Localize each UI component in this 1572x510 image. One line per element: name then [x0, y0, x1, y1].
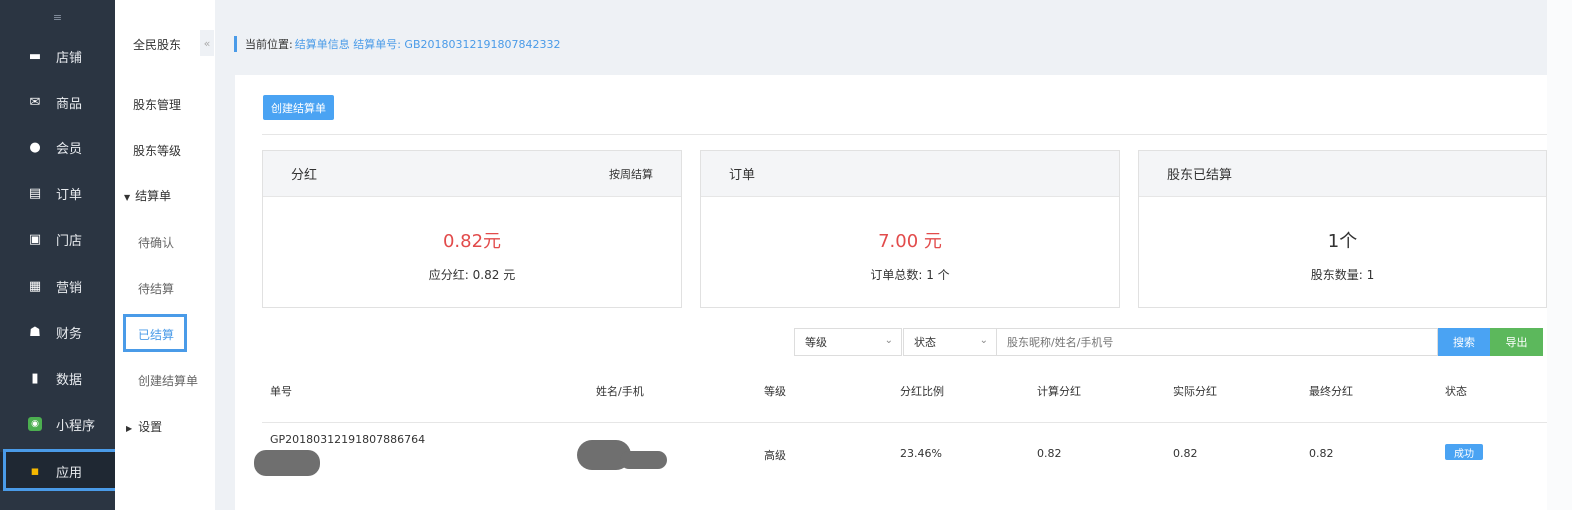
- settled-highlight-box: [123, 314, 187, 352]
- subnav-item-holders[interactable]: 股东管理: [133, 96, 181, 113]
- collapse-icon[interactable]: «: [200, 30, 214, 56]
- search-input[interactable]: [996, 328, 1438, 356]
- subnav-title[interactable]: 全民股东: [133, 36, 181, 53]
- miniprogram-icon: ◉: [28, 417, 42, 431]
- caret-right-icon: ▶: [126, 424, 133, 433]
- chevron-down-icon: ⌄: [979, 335, 988, 346]
- card-small-value: 订单总数: 1 个: [870, 268, 950, 282]
- data-icon: ▮: [31, 370, 39, 386]
- cell-level: 高级: [764, 449, 786, 462]
- subnav-item-pending-confirm[interactable]: 待确认: [138, 234, 174, 251]
- card-small-value: 股东数量: 1: [1310, 268, 1375, 282]
- sidebar-item-goods[interactable]: ✉ 商品: [0, 83, 115, 121]
- card-title: 股东已结算: [1167, 168, 1233, 183]
- cell-calc: 0.82: [1037, 447, 1062, 460]
- card-small-value: 应分红: 0.82 元: [428, 268, 516, 282]
- member-icon: ●: [29, 139, 41, 155]
- card-title: 分红: [291, 168, 318, 183]
- card-sub: 按周结算: [609, 167, 653, 181]
- subnav-item-levels[interactable]: 股东等级: [133, 142, 181, 159]
- table-divider: [262, 422, 1547, 423]
- finance-icon: ☗: [29, 324, 41, 340]
- sidebar-item-marketing[interactable]: ▦ 营销: [0, 267, 115, 305]
- sidebar-item-miniprogram[interactable]: ◉ 小程序: [0, 405, 115, 443]
- sidebar-item-shop[interactable]: ▬ 店铺: [0, 37, 115, 75]
- order-icon: ▤: [28, 185, 42, 201]
- page-edge: [1547, 0, 1572, 510]
- search-button[interactable]: 搜索: [1438, 328, 1490, 356]
- cell-final: 0.82: [1309, 447, 1334, 460]
- card-orders: 订单 7.00 元 订单总数: 1 个: [700, 150, 1120, 308]
- subnav-group-settlement[interactable]: ▼ 结算单: [124, 187, 171, 204]
- card-big-value: 1个: [1327, 231, 1358, 252]
- sidebar-item-member[interactable]: ● 会员: [0, 128, 115, 166]
- card-holders-settled: 股东已结算 1个 股东数量: 1: [1138, 150, 1547, 308]
- shop-icon: ▬: [28, 48, 42, 64]
- goods-icon: ✉: [29, 94, 41, 110]
- col-header-actual: 实际分红: [1173, 385, 1217, 398]
- cell-order-no: GP20180312191807886764: [270, 433, 426, 446]
- status-select[interactable]: 状态 ⌄: [903, 328, 997, 356]
- sidebar-item-data[interactable]: ▮ 数据: [0, 359, 115, 397]
- sidebar-item-finance[interactable]: ☗ 财务: [0, 313, 115, 351]
- app-highlight-box: [3, 449, 121, 491]
- cell-ratio: 23.46%: [900, 447, 942, 460]
- subnav-item-pending-settle[interactable]: 待结算: [138, 280, 174, 297]
- col-header-order-no: 单号: [270, 385, 292, 398]
- divider: [262, 134, 1547, 135]
- status-badge: 成功: [1445, 444, 1483, 460]
- cell-actual: 0.82: [1173, 447, 1198, 460]
- redacted-avatar: [254, 450, 320, 476]
- col-header-name-phone: 姓名/手机: [596, 385, 644, 398]
- card-dividend: 分红 按周结算 0.82元 应分红: 0.82 元: [262, 150, 682, 308]
- card-big-value: 7.00 元: [878, 231, 942, 252]
- export-button[interactable]: 导出: [1490, 328, 1543, 356]
- create-settlement-button[interactable]: 创建结算单: [263, 95, 334, 120]
- col-header-ratio: 分红比例: [900, 385, 944, 398]
- breadcrumb-link[interactable]: 结算单信息 结算单号: GB20180312191807842332: [295, 36, 561, 52]
- col-header-status: 状态: [1445, 385, 1467, 398]
- subnav-group-settings[interactable]: ▶ 设置: [126, 418, 162, 435]
- redacted-phone: [620, 451, 667, 469]
- marketing-icon: ▦: [28, 278, 42, 294]
- caret-down-icon: ▼: [124, 193, 131, 202]
- card-title: 订单: [729, 168, 756, 183]
- col-header-calc: 计算分红: [1037, 385, 1081, 398]
- sidebar-item-order[interactable]: ▤ 订单: [0, 174, 115, 212]
- breadcrumb: 当前位置: 结算单信息 结算单号: GB20180312191807842332: [234, 36, 560, 52]
- level-select[interactable]: 等级 ⌄: [794, 328, 902, 356]
- card-big-value: 0.82元: [442, 231, 502, 252]
- subnav-item-create-settlement[interactable]: 创建结算单: [138, 372, 198, 389]
- store-icon: ▣: [28, 231, 42, 247]
- sidebar-item-store[interactable]: ▣ 门店: [0, 220, 115, 258]
- col-header-level: 等级: [764, 385, 786, 398]
- menu-fold-icon[interactable]: ≡: [0, 0, 115, 34]
- chevron-down-icon: ⌄: [884, 335, 893, 346]
- col-header-final: 最终分红: [1309, 385, 1353, 398]
